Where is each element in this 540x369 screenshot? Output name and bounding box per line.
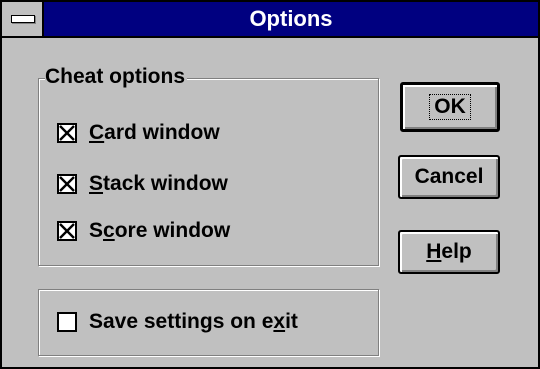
checkmark-x-icon [59,125,75,141]
system-menu-icon [11,15,35,23]
card-window-checkbox[interactable] [57,123,77,143]
stack-window-checkbox[interactable] [57,174,77,194]
score-window-label: Score window [89,219,231,242]
title-bar: Options [2,2,538,38]
cancel-button-label: Cancel [414,165,484,188]
cheat-options-group: Cheat options Card window Stack window S… [38,63,380,267]
score-window-checkbox[interactable] [57,221,77,241]
score-window-option[interactable]: Score window [57,217,230,245]
help-button-label: Help [426,240,472,263]
cheat-options-legend: Cheat options [45,63,187,91]
ok-button-label: OK [429,94,471,120]
checkmark-x-icon [59,223,75,239]
save-settings-option[interactable]: Save settings on exit [57,308,298,336]
window-title: Options [249,6,333,31]
system-menu-button[interactable] [2,2,44,36]
help-button[interactable]: Help [398,230,500,274]
card-window-option[interactable]: Card window [57,119,220,147]
stack-window-label: Stack window [89,172,228,195]
save-settings-label: Save settings on exit [89,310,298,333]
checkmark-x-icon [59,176,75,192]
card-window-label: Card window [89,121,220,144]
stack-window-option[interactable]: Stack window [57,170,228,198]
save-settings-checkbox[interactable] [57,312,77,332]
options-dialog: Options Cheat options Card window Stack … [0,0,540,369]
cancel-button[interactable]: Cancel [398,155,500,199]
save-settings-group: Save settings on exit [38,289,380,357]
ok-button[interactable]: OK [400,82,500,132]
